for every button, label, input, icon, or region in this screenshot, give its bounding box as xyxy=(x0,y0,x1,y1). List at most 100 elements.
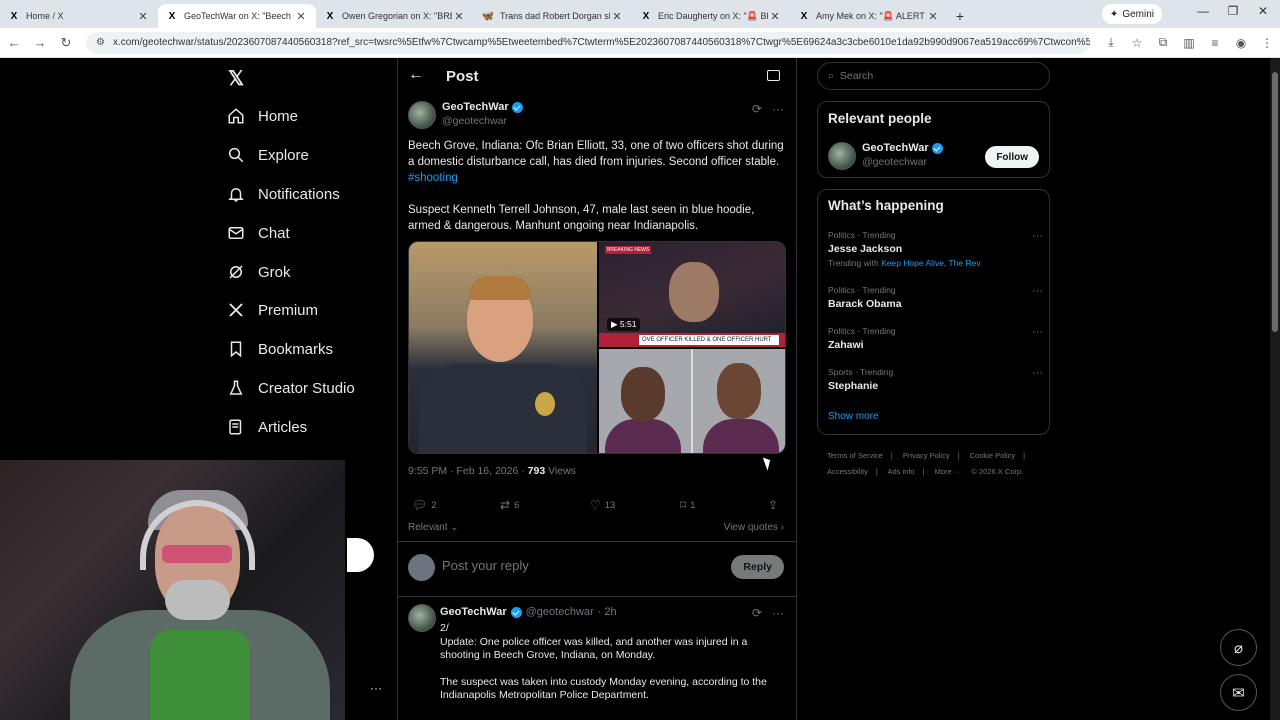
trend-item[interactable]: Politics · Trending Jesse Jackson Trendi… xyxy=(828,230,1043,268)
browser-tab-active[interactable]: X GeoTechWar on X: "Beech Grov✕ xyxy=(158,4,316,28)
nav-item-explore[interactable]: Explore xyxy=(226,140,309,170)
browser-tab[interactable]: X Home / X ✕ xyxy=(0,4,158,28)
trend-item[interactable]: Politics · Trending Barack Obama ··· xyxy=(828,285,1043,310)
post-author[interactable]: GeoTechWar @geotechwar xyxy=(408,101,523,129)
nav-item-notifications[interactable]: Notifications xyxy=(226,179,340,209)
scrollbar-thumb[interactable] xyxy=(1272,72,1278,332)
nav-item-grok[interactable]: Grok xyxy=(226,257,291,287)
profile-avatar-icon[interactable]: ◉ xyxy=(1228,31,1254,55)
more-options-icon[interactable]: ··· xyxy=(772,102,784,116)
avatar[interactable] xyxy=(828,142,856,170)
reply-input[interactable]: Post your reply xyxy=(442,558,529,573)
more-options-icon[interactable]: ··· xyxy=(772,606,784,620)
menu-icon[interactable]: ⋮ xyxy=(1254,31,1280,55)
post-button-partial[interactable] xyxy=(347,538,374,572)
view-quotes-link[interactable]: View quotes › xyxy=(724,522,784,533)
restore-icon[interactable]: ❐ xyxy=(1218,4,1248,18)
footer-link[interactable]: Privacy Policy xyxy=(903,451,950,460)
repost-button[interactable]: ⇄ 6 xyxy=(500,498,519,512)
author-handle[interactable]: @geotechwar xyxy=(526,606,594,618)
gemini-button[interactable]: ✦ Gemini xyxy=(1101,4,1162,24)
nav-item-chat[interactable]: Chat xyxy=(226,218,290,248)
nav-item-bookmarks[interactable]: Bookmarks xyxy=(226,334,333,364)
footer-link[interactable]: Accessibility xyxy=(827,467,868,476)
author-name[interactable]: GeoTechWar xyxy=(440,606,507,618)
url-field[interactable]: ⚙ x.com/geotechwar/status/202360708744056… xyxy=(86,31,1090,54)
reload-icon[interactable]: ↻ xyxy=(54,31,78,55)
browser-tab[interactable]: X Eric Daugherty on X: "🚨 BREA✕ xyxy=(632,4,790,28)
reply-button[interactable]: 💬︎ 2 xyxy=(412,498,437,512)
trend-item[interactable]: Sports · Trending Stephanie ··· xyxy=(828,367,1043,392)
nav-item-creator-studio[interactable]: Creator Studio xyxy=(226,373,355,403)
close-tab-icon[interactable]: ✕ xyxy=(294,10,308,23)
more-options-icon[interactable]: ··· xyxy=(1032,230,1043,242)
close-tab-icon[interactable]: ✕ xyxy=(610,10,624,23)
reply-time[interactable]: · 2h xyxy=(598,606,617,618)
like-button[interactable]: ♡ 13 xyxy=(590,498,615,512)
hashtag-link[interactable]: #shooting xyxy=(408,172,458,184)
window-close-icon[interactable]: ✕ xyxy=(1248,4,1278,18)
more-options-icon[interactable]: ··· xyxy=(1032,367,1043,379)
site-info-icon[interactable]: ⚙ xyxy=(96,37,105,48)
reply-text: 2/ Update: One police officer was killed… xyxy=(440,622,790,716)
nav-item-premium[interactable]: Premium xyxy=(226,295,318,325)
search-input[interactable]: ⌕ Search xyxy=(817,62,1050,90)
post-header: ← Post xyxy=(398,58,796,94)
close-tab-icon[interactable]: ✕ xyxy=(452,10,466,23)
browser-tab[interactable]: X Amy Mek on X: "🚨 ALERT TEXA✕ xyxy=(790,4,948,28)
trend-item[interactable]: Politics · Trending Zahawi ··· xyxy=(828,326,1043,351)
relevant-person[interactable]: GeoTechWar @geotechwar xyxy=(828,142,943,170)
browser-tab[interactable]: X Owen Gregorian on X: "BREAKI✕ xyxy=(316,4,474,28)
sidebar-icon[interactable]: ▥ xyxy=(1176,31,1202,55)
scrollbar[interactable] xyxy=(1270,58,1280,720)
bookmark-star-icon[interactable]: ☆ xyxy=(1124,31,1150,55)
minimize-icon[interactable]: — xyxy=(1188,4,1218,18)
grok-icon[interactable]: ⟳ xyxy=(752,606,762,620)
trend-related-links[interactable]: Keep Hope Alive, The Rev xyxy=(881,258,981,268)
media-controls-icon[interactable]: ≡ xyxy=(1202,31,1228,55)
nav-item-home[interactable]: Home xyxy=(226,101,298,131)
nav-item-articles[interactable]: Articles xyxy=(226,412,307,442)
close-tab-icon[interactable]: ✕ xyxy=(926,10,940,23)
tweet-text-main: Beech Grove, Indiana: Ofc Brian Elliott,… xyxy=(408,140,784,168)
new-tab-icon[interactable]: + xyxy=(948,4,972,28)
post-timestamp[interactable]: 9:55 PM · Feb 16, 2026 · xyxy=(408,465,528,477)
avatar[interactable] xyxy=(408,101,436,129)
back-arrow-icon[interactable]: ← xyxy=(408,66,424,84)
install-app-icon[interactable]: ⤓ xyxy=(1098,31,1124,55)
grok-icon[interactable]: ⟳ xyxy=(752,102,762,116)
more-options-icon[interactable]: ··· xyxy=(370,681,382,695)
share-button[interactable]: ⇪ xyxy=(768,498,778,512)
person-name[interactable]: GeoTechWar xyxy=(862,142,929,154)
show-more-link[interactable]: Show more xyxy=(828,411,879,422)
bookmark-button[interactable]: ⌑ 1 xyxy=(680,498,695,512)
officer-photo[interactable] xyxy=(409,242,597,453)
footer-link[interactable]: Ads info xyxy=(887,467,914,476)
x-logo-icon[interactable]: 𝕏 xyxy=(228,66,244,91)
extensions-icon[interactable]: ⧉ xyxy=(1150,31,1176,55)
reply-author[interactable] xyxy=(408,604,436,632)
nav-label: Explore xyxy=(258,146,309,164)
news-video-thumbnail[interactable]: BREAKING NEWS OVE OFFICER KILLED & ONE O… xyxy=(599,242,785,347)
sort-dropdown[interactable]: Relevant ⌄ xyxy=(408,522,459,533)
footer-link[interactable]: Terms of Service xyxy=(827,451,883,460)
footer-link[interactable]: Cookie Policy xyxy=(970,451,1015,460)
avatar[interactable] xyxy=(408,604,436,632)
close-tab-icon[interactable]: ✕ xyxy=(136,10,150,23)
follow-button[interactable]: Follow xyxy=(985,146,1039,168)
browser-tab[interactable]: 🦋 Trans dad Robert Dorgan shoot✕ xyxy=(474,4,632,28)
forward-arrow-icon[interactable]: → xyxy=(28,31,52,55)
messages-icon[interactable]: ✉ xyxy=(1220,674,1257,711)
mugshot-photo[interactable] xyxy=(599,349,785,453)
close-tab-icon[interactable]: ✕ xyxy=(768,10,782,23)
author-name[interactable]: GeoTechWar xyxy=(442,101,509,113)
back-arrow-icon[interactable]: ← xyxy=(2,31,26,55)
footer-link[interactable]: More ··· xyxy=(935,467,962,476)
more-options-icon[interactable]: ··· xyxy=(1032,326,1043,338)
reply-submit-button[interactable]: Reply xyxy=(731,555,784,579)
grok-icon[interactable]: ⌀ xyxy=(1220,629,1257,666)
reader-view-icon[interactable] xyxy=(767,70,780,81)
author-handle[interactable]: @geotechwar xyxy=(442,115,523,127)
person-handle[interactable]: @geotechwar xyxy=(862,156,943,168)
more-options-icon[interactable]: ··· xyxy=(1032,285,1043,297)
